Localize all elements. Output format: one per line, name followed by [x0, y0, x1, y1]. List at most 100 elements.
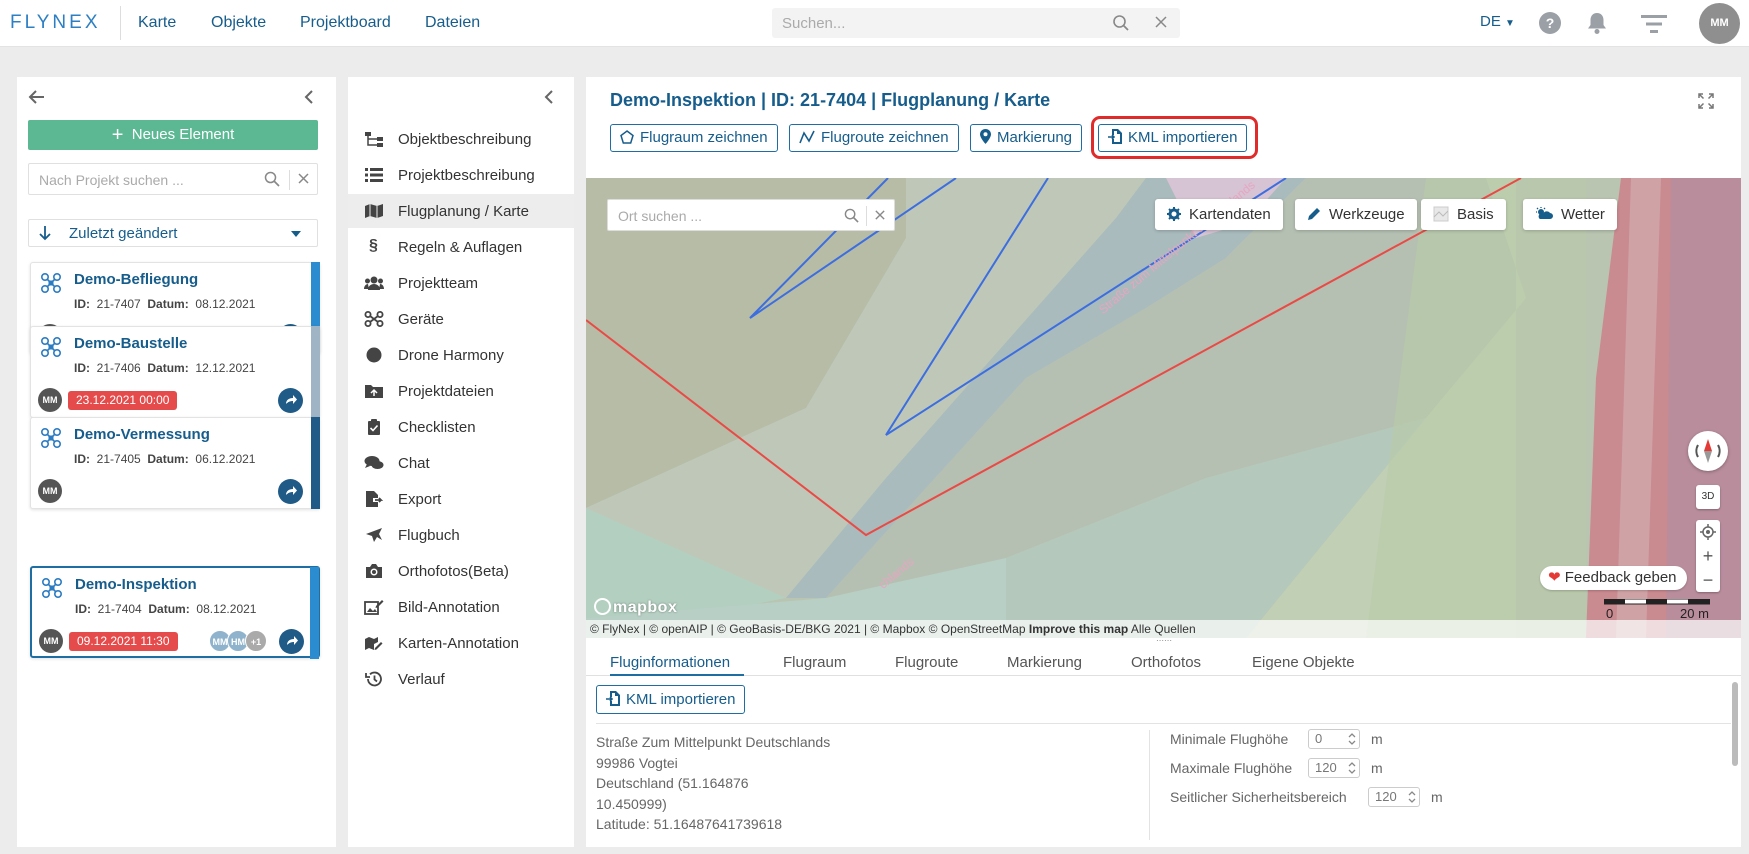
map-view[interactable]: Straße zum Mittelpunkt Deutschlands chla…: [586, 178, 1741, 638]
menu-karten-annotation[interactable]: Karten-Annotation: [348, 626, 574, 660]
feedback-button[interactable]: ❤ Feedback geben: [1540, 566, 1687, 590]
place-search-input[interactable]: Ort suchen ...: [607, 199, 895, 231]
project-card-inspektion[interactable]: Demo-Inspektion ID: 21-7404 Datum: 08.12…: [30, 566, 320, 659]
locate-icon[interactable]: [1696, 520, 1720, 544]
gear-icon: [1167, 206, 1181, 221]
stepper-icon[interactable]: [1408, 790, 1416, 804]
avatar: MM: [39, 629, 63, 653]
kml-import-label: KML importieren: [626, 691, 736, 708]
clear-icon[interactable]: [1154, 15, 1168, 29]
nav-karte[interactable]: Karte: [138, 14, 176, 32]
clear-icon[interactable]: [874, 209, 886, 221]
menu-flugbuch[interactable]: Flugbuch: [348, 518, 574, 552]
zoom-out-button[interactable]: −: [1696, 568, 1720, 592]
menu-checklisten[interactable]: Checklisten: [348, 410, 574, 444]
stepper-icon[interactable]: [1348, 761, 1356, 775]
share-button[interactable]: [278, 388, 303, 413]
unit-label: m: [1371, 760, 1383, 776]
collapse-icon[interactable]: [304, 89, 314, 105]
menu-regeln-auflagen[interactable]: § Regeln & Auflagen: [348, 230, 574, 264]
draw-flugroute-button[interactable]: Flugroute zeichnen: [789, 124, 959, 152]
safety-area-input[interactable]: 120: [1368, 787, 1420, 807]
zoom-controls: + −: [1696, 520, 1720, 592]
nav-objekte[interactable]: Objekte: [211, 14, 266, 32]
menu-verlauf[interactable]: Verlauf: [348, 662, 574, 696]
basis-button[interactable]: Basis: [1421, 199, 1506, 230]
avatar: MM: [38, 479, 62, 503]
menu-bild-annotation[interactable]: Bild-Annotation: [348, 590, 574, 624]
compass-icon[interactable]: [1688, 431, 1728, 471]
menu-export[interactable]: Export: [348, 482, 574, 516]
nav-dateien[interactable]: Dateien: [425, 14, 480, 32]
basis-label: Basis: [1457, 206, 1494, 223]
bell-icon[interactable]: [1586, 11, 1608, 35]
member-avatars[interactable]: MM HM +1: [209, 630, 267, 652]
resize-handle[interactable]: ⋯⋯: [1156, 636, 1172, 645]
menu-orthofotos[interactable]: Orthofotos(Beta): [348, 554, 574, 588]
werkzeuge-button[interactable]: Werkzeuge: [1295, 199, 1417, 230]
language-select[interactable]: DE ▼: [1480, 13, 1515, 30]
tab-markierung[interactable]: Markierung: [1007, 654, 1082, 671]
menu-chat[interactable]: Chat: [348, 446, 574, 480]
expand-icon[interactable]: [1698, 93, 1714, 109]
kml-import-button-secondary[interactable]: KML importieren: [596, 685, 746, 714]
global-search-input[interactable]: Suchen...: [772, 8, 1180, 38]
werkzeuge-label: Werkzeuge: [1329, 206, 1405, 223]
user-avatar[interactable]: MM: [1699, 3, 1740, 44]
share-button[interactable]: [278, 479, 303, 504]
tab-orthofotos[interactable]: Orthofotos: [1131, 654, 1201, 671]
address-line: Latitude: 51.16487641739618: [596, 816, 783, 832]
scrollbar[interactable]: [1732, 682, 1738, 766]
avatar-more: +1: [245, 630, 267, 652]
kartendaten-button[interactable]: Kartendaten: [1155, 199, 1283, 230]
wetter-label: Wetter: [1561, 206, 1605, 223]
min-altitude-input[interactable]: 0: [1308, 729, 1360, 749]
global-search-placeholder: Suchen...: [782, 15, 846, 32]
search-icon[interactable]: [844, 208, 859, 223]
draw-flugraum-button[interactable]: Flugraum zeichnen: [610, 124, 778, 152]
project-card-baustelle[interactable]: Demo-Baustelle ID: 21-7406 Datum: 12.12.…: [30, 326, 320, 418]
project-card-vermessung[interactable]: Demo-Vermessung ID: 21-7405 Datum: 06.12…: [30, 417, 320, 509]
menu-objektbeschreibung[interactable]: Objektbeschreibung: [348, 122, 574, 156]
main-panel: Demo-Inspektion | ID: 21-7404 | Flugplan…: [586, 77, 1741, 847]
flynex-logo[interactable]: FLYNEX: [10, 12, 101, 34]
menu-flugplanung-karte[interactable]: Flugplanung / Karte: [348, 194, 574, 228]
min-altitude-field: Minimale Flughöhe 0 m: [1170, 729, 1383, 749]
arrow-left-icon[interactable]: [28, 89, 46, 105]
clear-icon[interactable]: [297, 172, 310, 185]
3d-toggle-button[interactable]: 3D: [1696, 485, 1720, 509]
search-icon[interactable]: [1112, 14, 1130, 32]
clipboard-icon: [364, 419, 384, 435]
collapse-icon[interactable]: [544, 89, 554, 105]
paragraph-icon: §: [369, 237, 378, 254]
improve-map-link[interactable]: Improve this map: [1029, 622, 1128, 636]
mapbox-logo[interactable]: mapbox: [594, 598, 677, 617]
address-line: 99986 Vogtei: [596, 754, 678, 771]
search-icon[interactable]: [264, 171, 280, 187]
sort-dropdown[interactable]: Zuletzt geändert: [28, 219, 318, 247]
nav-projektboard[interactable]: Projektboard: [300, 14, 391, 32]
stepper-icon[interactable]: [1348, 732, 1356, 746]
new-element-button[interactable]: + Neues Element: [28, 120, 318, 150]
share-button[interactable]: [279, 629, 304, 654]
all-sources-link[interactable]: Alle Quellen: [1131, 622, 1196, 636]
plane-icon: [364, 527, 384, 543]
markierung-button[interactable]: Markierung: [970, 124, 1083, 152]
file-import-icon: [606, 691, 620, 707]
zoom-in-button[interactable]: +: [1696, 544, 1720, 568]
tab-flugraum[interactable]: Flugraum: [783, 654, 846, 671]
wetter-button[interactable]: Wetter: [1523, 199, 1617, 230]
tab-fluginformationen[interactable]: Fluginformationen: [610, 654, 744, 676]
max-altitude-input[interactable]: 120: [1308, 758, 1360, 778]
menu-drone-harmony[interactable]: Drone Harmony: [348, 338, 574, 372]
tab-flugroute[interactable]: Flugroute: [895, 654, 958, 671]
project-search-input[interactable]: Nach Projekt suchen ...: [28, 163, 318, 195]
menu-projektbeschreibung[interactable]: Projektbeschreibung: [348, 158, 574, 192]
menu-projektdateien[interactable]: Projektdateien: [348, 374, 574, 408]
menu-geraete[interactable]: Geräte: [348, 302, 574, 336]
help-icon[interactable]: ?: [1539, 12, 1561, 34]
tab-eigene-objekte[interactable]: Eigene Objekte: [1252, 654, 1355, 671]
menu-projektteam[interactable]: Projektteam: [348, 266, 574, 300]
filter-icon[interactable]: [1641, 14, 1667, 34]
drone-icon: [40, 336, 62, 358]
